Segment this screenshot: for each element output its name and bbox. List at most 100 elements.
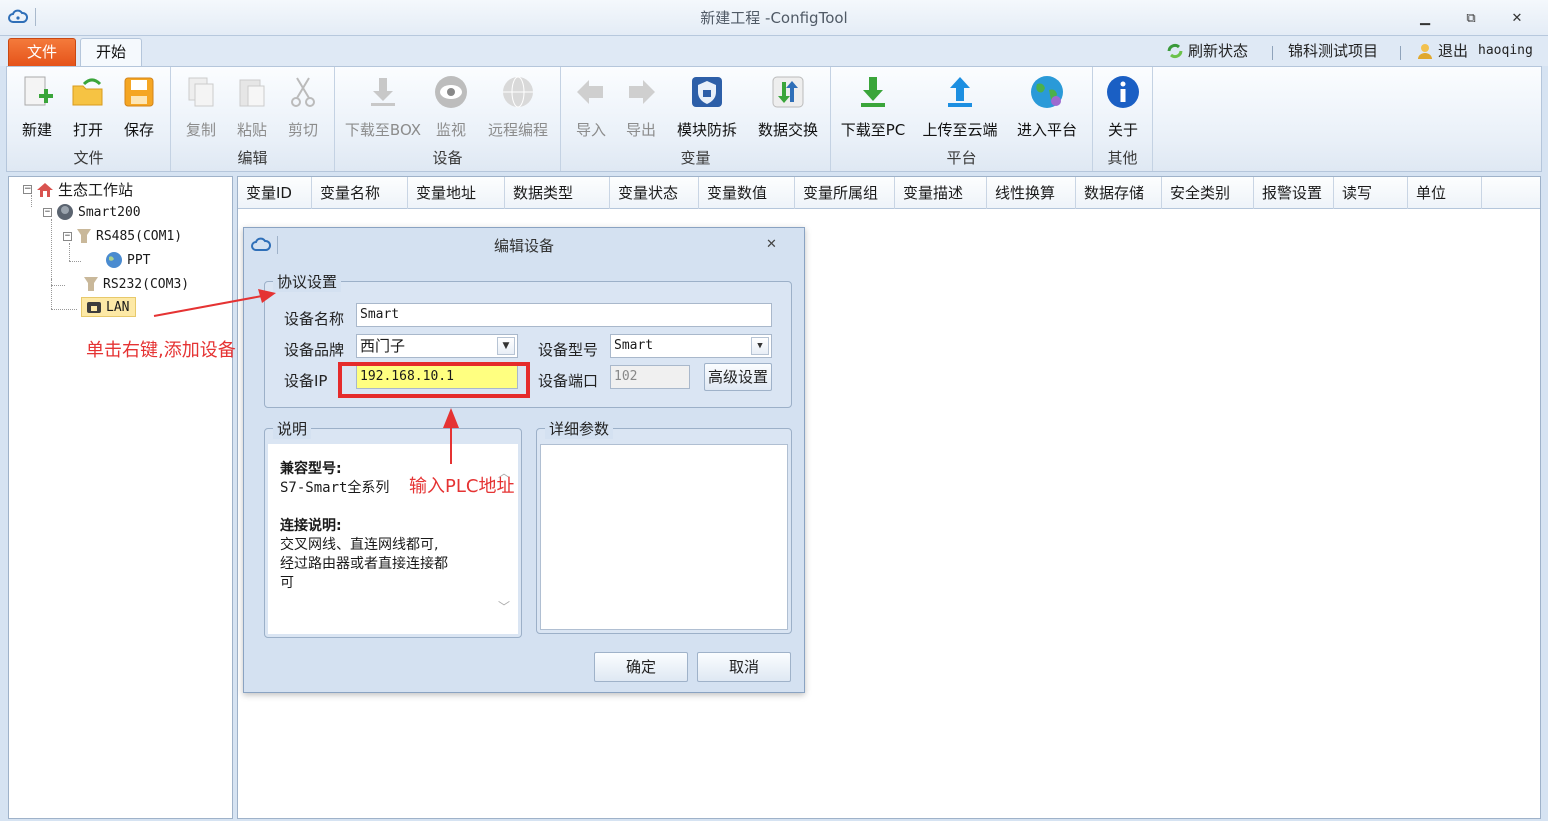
copy-button[interactable]: 复制 <box>175 71 227 140</box>
device-name-label: 设备名称 <box>284 310 345 328</box>
download-pc-button[interactable]: 下载至PC <box>837 71 909 140</box>
device-name-input[interactable]: Smart <box>356 303 772 327</box>
download-icon <box>371 78 395 106</box>
scroll-down-icon[interactable]: ﹀ <box>498 598 510 615</box>
chevron-down-icon[interactable]: ▼ <box>751 337 769 355</box>
ribbon-group-variable: 导入 导出 模块防拆 数据交换 变量 <box>561 67 831 171</box>
minimize-button[interactable]: ▁ <box>1416 11 1434 27</box>
tree-lan-label: LAN <box>106 299 130 315</box>
ribbon-group-device: 下载至BOX 监视 远程编程 设备 <box>335 67 561 171</box>
open-folder-icon <box>72 78 103 106</box>
device-brand-select[interactable]: 西门子 ▼ <box>356 334 518 358</box>
column-header[interactable]: 变量地址 <box>408 177 505 209</box>
enter-platform-label: 进入平台 <box>1016 121 1077 139</box>
collapse-icon[interactable]: − <box>43 207 52 217</box>
upload-cloud-button[interactable]: 上传至云端 <box>917 71 1003 140</box>
annotation-arrow <box>153 289 276 317</box>
download-pc-label: 下载至PC <box>840 121 906 139</box>
cancel-button[interactable]: 取消 <box>697 652 791 682</box>
new-button[interactable]: 新建 <box>11 71 63 140</box>
device-model-value: Smart <box>614 338 654 353</box>
ok-button[interactable]: 确定 <box>594 652 688 682</box>
info-icon <box>1107 76 1139 108</box>
collapse-icon[interactable]: − <box>23 185 32 194</box>
detail-params-box[interactable] <box>540 444 788 630</box>
tab-start[interactable]: 开始 <box>80 38 142 67</box>
column-header[interactable]: 变量ID <box>238 177 312 209</box>
tree-node-lan[interactable]: LAN <box>81 297 137 317</box>
column-header[interactable]: 变量状态 <box>610 177 699 209</box>
export-label: 导出 <box>625 121 656 139</box>
import-button[interactable]: 导入 <box>565 71 617 140</box>
tree-node-ppt[interactable]: PPT <box>105 251 150 269</box>
collapse-icon[interactable]: − <box>63 231 72 241</box>
save-icon <box>124 77 154 107</box>
project-name-label: 锦科测试项目 <box>1288 42 1379 60</box>
tab-file[interactable]: 文件 <box>8 38 76 66</box>
copy-icon <box>188 77 214 107</box>
tree-node-device[interactable]: − Smart200 <box>43 203 141 221</box>
save-button[interactable]: 保存 <box>113 71 165 140</box>
scissors-icon <box>291 77 315 107</box>
column-header[interactable]: 报警设置 <box>1254 177 1334 209</box>
restore-button[interactable]: ⧉ <box>1462 11 1480 27</box>
download-box-button[interactable]: 下载至BOX <box>343 71 423 140</box>
project-tree[interactable]: − 生态工作站 − Smart200 − RS485(COM1) PPT RS2… <box>8 176 233 819</box>
column-header[interactable]: 变量所属组 <box>795 177 895 209</box>
dialog-close-button[interactable]: ✕ <box>766 237 777 252</box>
about-button[interactable]: 关于 <box>1097 71 1149 140</box>
remote-program-button[interactable]: 远程编程 <box>481 71 555 140</box>
open-button[interactable]: 打开 <box>62 71 114 140</box>
column-header[interactable]: 安全类别 <box>1162 177 1254 209</box>
monitor-button[interactable]: 监视 <box>425 71 477 140</box>
paste-button[interactable]: 粘贴 <box>226 71 278 140</box>
cut-label: 剪切 <box>287 121 318 139</box>
tree-device-label: Smart200 <box>78 204 141 220</box>
group-label-file: 文件 <box>73 149 104 167</box>
tree-rs485-label: RS485(COM1) <box>96 228 183 244</box>
column-header[interactable]: 变量名称 <box>312 177 408 209</box>
enter-platform-button[interactable]: 进入平台 <box>1011 71 1083 140</box>
device-brand-label: 设备品牌 <box>284 341 345 359</box>
advanced-settings-button[interactable]: 高级设置 <box>704 363 772 391</box>
column-header[interactable]: 数据存储 <box>1076 177 1162 209</box>
column-header[interactable]: 单位 <box>1408 177 1482 209</box>
tabbar-separator <box>1272 46 1273 60</box>
tree-node-root[interactable]: − 生态工作站 <box>23 179 133 200</box>
group-label-variable: 变量 <box>680 149 711 167</box>
data-exchange-label: 数据交换 <box>757 121 818 139</box>
module-protect-label: 模块防拆 <box>676 121 737 139</box>
edit-device-dialog: 编辑设备 ✕ 协议设置 设备名称 Smart 设备品牌 西门子 ▼ 设备型号 S… <box>243 227 805 693</box>
ribbon: 新建 打开 保存 文件 复制 粘贴 剪切 编辑 下载至BOX 监视 远程编程 设… <box>6 66 1542 172</box>
data-exchange-button[interactable]: 数据交换 <box>753 71 823 140</box>
tree-node-rs485[interactable]: − RS485(COM1) <box>63 227 182 245</box>
new-file-icon <box>24 76 53 106</box>
tree-ppt-label: PPT <box>127 252 151 268</box>
import-icon <box>577 80 603 104</box>
device-port-input[interactable]: 102 <box>610 365 690 389</box>
refresh-status-button[interactable]: 刷新状态 <box>1166 40 1248 61</box>
module-protect-button[interactable]: 模块防拆 <box>673 71 741 140</box>
paste-icon <box>239 79 265 107</box>
connection-value: 交叉网线、直连网线都可, 经过路由器或者直接连接都 可 <box>280 537 448 591</box>
device-model-select[interactable]: Smart ▼ <box>610 334 772 358</box>
globe-device-icon <box>106 252 122 268</box>
column-header[interactable]: 读写 <box>1334 177 1408 209</box>
username: haoqing <box>1478 43 1533 58</box>
dialog-title-bar: 编辑设备 ✕ <box>244 228 804 262</box>
chevron-down-icon[interactable]: ▼ <box>497 337 515 355</box>
dialog-title: 编辑设备 <box>493 237 554 255</box>
protocol-legend: 协议设置 <box>273 271 342 292</box>
export-button[interactable]: 导出 <box>615 71 667 140</box>
ribbon-group-platform: 下载至PC 上传至云端 进入平台 平台 <box>831 67 1093 171</box>
project-name: 锦科测试项目 <box>1288 40 1378 61</box>
exit-button[interactable]: 退出 haoqing <box>1416 40 1533 61</box>
column-header[interactable]: 数据类型 <box>505 177 610 209</box>
column-header[interactable]: 变量数值 <box>699 177 795 209</box>
ribbon-group-file: 新建 打开 保存 文件 <box>7 67 171 171</box>
plc-device-icon <box>57 204 73 220</box>
column-header[interactable]: 线性换算 <box>987 177 1076 209</box>
close-button[interactable]: ✕ <box>1508 11 1526 27</box>
column-header[interactable]: 变量描述 <box>895 177 987 209</box>
cut-button[interactable]: 剪切 <box>277 71 329 140</box>
